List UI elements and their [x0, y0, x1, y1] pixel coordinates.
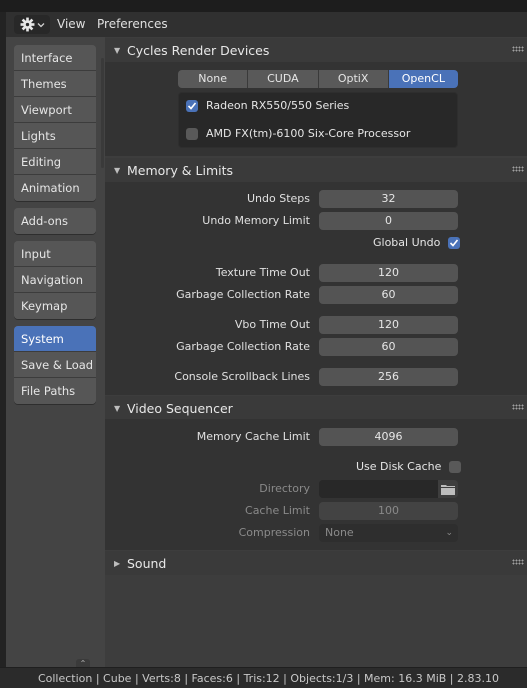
global-undo-checkbox[interactable]: [448, 236, 461, 249]
panel-header-sound[interactable]: ▶ Sound: [105, 551, 527, 575]
sidebar-item-add-ons[interactable]: Add-ons: [14, 208, 96, 234]
expand-arrow-icon: ▶: [114, 558, 121, 568]
top-strip: [0, 0, 527, 12]
compression-value: None: [325, 526, 354, 539]
collapse-arrow-icon: ▼: [114, 403, 121, 413]
undo-memory-limit-label: Undo Memory Limit: [202, 214, 310, 227]
memory-cache-limit-label: Memory Cache Limit: [196, 430, 310, 443]
sidebar-group-system: System Save & Load File Paths: [14, 326, 96, 404]
texture-gc-rate-label: Garbage Collection Rate: [176, 288, 310, 301]
cache-limit-label: Cache Limit: [245, 504, 310, 517]
use-disk-cache-toggle[interactable]: Use Disk Cache: [356, 460, 462, 473]
checkmark-icon: [450, 238, 459, 247]
console-scrollback-field[interactable]: 256: [319, 368, 458, 386]
compute-device-tabs: None CUDA OptiX OpenCL: [178, 70, 458, 88]
tab-cuda[interactable]: CUDA: [248, 70, 319, 88]
use-disk-cache-checkbox[interactable]: [449, 460, 462, 473]
sidebar-group-input: Input Navigation Keymap: [14, 241, 96, 319]
sidebar-item-themes[interactable]: Themes: [14, 71, 96, 97]
console-scrollback-label: Console Scrollback Lines: [174, 370, 310, 383]
status-text: Collection | Cube | Verts:8 | Faces:6 | …: [37, 672, 499, 685]
panel-title: Cycles Render Devices: [127, 42, 270, 58]
panel-title: Memory & Limits: [127, 162, 234, 178]
sidebar-scrollbar[interactable]: [101, 58, 104, 168]
vbo-time-out-label: Vbo Time Out: [234, 318, 310, 331]
vbo-time-out-field[interactable]: 120: [319, 316, 458, 334]
texture-gc-rate-field[interactable]: 60: [319, 286, 458, 304]
panel-body-memory: [105, 182, 527, 395]
panel-header-video-sequencer[interactable]: ▼ Video Sequencer: [105, 396, 527, 420]
sidebar-item-interface[interactable]: Interface: [14, 45, 96, 71]
browse-directory-button[interactable]: [438, 480, 458, 498]
editor-type-button[interactable]: [14, 15, 50, 34]
status-bar: Collection | Cube | Verts:8 | Faces:6 | …: [0, 667, 527, 688]
memory-cache-limit-field[interactable]: 4096: [319, 428, 458, 446]
panel-title: Sound: [127, 555, 167, 571]
device-amd-cpu[interactable]: AMD FX(tm)-6100 Six-Core Processor: [186, 127, 410, 140]
device-radeon[interactable]: Radeon RX550/550 Series: [186, 99, 349, 112]
collapse-arrow-icon: ▼: [114, 165, 121, 175]
sidebar-item-system[interactable]: System: [14, 326, 96, 352]
header-bar: View Preferences: [6, 12, 527, 37]
sidebar-item-file-paths[interactable]: File Paths: [14, 378, 96, 404]
sidebar-item-animation[interactable]: Animation: [14, 175, 96, 201]
panel-title: Video Sequencer: [127, 400, 233, 416]
device-label: AMD FX(tm)-6100 Six-Core Processor: [206, 127, 411, 140]
checkbox[interactable]: [186, 127, 198, 140]
compression-label: Compression: [238, 526, 310, 539]
gear-icon: [20, 17, 34, 32]
sidebar-item-input[interactable]: Input: [14, 241, 96, 267]
directory-label: Directory: [259, 482, 310, 495]
tab-none[interactable]: None: [178, 70, 249, 88]
collapse-arrow-icon: ▼: [114, 45, 121, 55]
undo-memory-limit-field[interactable]: 0: [319, 212, 458, 230]
device-label: Radeon RX550/550 Series: [206, 99, 350, 112]
sidebar-item-keymap[interactable]: Keymap: [14, 293, 96, 319]
vbo-gc-rate-label: Garbage Collection Rate: [176, 340, 310, 353]
cache-limit-field[interactable]: 100: [319, 502, 458, 520]
tab-opencl[interactable]: OpenCL: [388, 70, 458, 88]
chevron-down-icon: ⌄: [445, 528, 453, 538]
sidebar-item-navigation[interactable]: Navigation: [14, 267, 96, 293]
undo-steps-field[interactable]: 32: [319, 190, 458, 208]
panel-header-cycles[interactable]: ▼ Cycles Render Devices: [105, 38, 527, 62]
checkmark-icon: [187, 101, 197, 110]
global-undo-toggle[interactable]: Global Undo: [373, 236, 461, 249]
sidebar-group-general: Interface Themes Viewport Lights Editing…: [14, 45, 96, 201]
global-undo-label: Global Undo: [373, 236, 441, 249]
folder-icon: [441, 484, 455, 495]
menu-view[interactable]: View: [57, 17, 85, 31]
drag-grip-icon[interactable]: [512, 559, 524, 565]
drag-grip-icon[interactable]: [512, 46, 524, 52]
use-disk-cache-label: Use Disk Cache: [356, 460, 442, 473]
vbo-gc-rate-field[interactable]: 60: [319, 338, 458, 356]
sidebar-item-viewport[interactable]: Viewport: [14, 97, 96, 123]
sidebar-item-save-load[interactable]: Save & Load: [14, 352, 96, 378]
menu-preferences[interactable]: Preferences: [97, 17, 168, 31]
texture-time-out-field[interactable]: 120: [319, 264, 458, 282]
sidebar-item-lights[interactable]: Lights: [14, 123, 96, 149]
checkbox[interactable]: [186, 99, 198, 112]
panel-body-video-sequencer: [105, 419, 527, 550]
compression-select[interactable]: None ⌄: [319, 524, 458, 542]
sidebar-item-editing[interactable]: Editing: [14, 149, 96, 175]
texture-time-out-label: Texture Time Out: [215, 266, 310, 279]
directory-input[interactable]: [319, 480, 438, 498]
panel-header-memory[interactable]: ▼ Memory & Limits: [105, 158, 527, 182]
undo-steps-label: Undo Steps: [246, 192, 310, 205]
drag-grip-icon[interactable]: [512, 404, 524, 410]
sidebar-group-addons: Add-ons: [14, 208, 96, 234]
chevron-down-icon: [37, 22, 44, 27]
tab-optix[interactable]: OptiX: [318, 70, 389, 88]
drag-grip-icon[interactable]: [512, 166, 524, 172]
